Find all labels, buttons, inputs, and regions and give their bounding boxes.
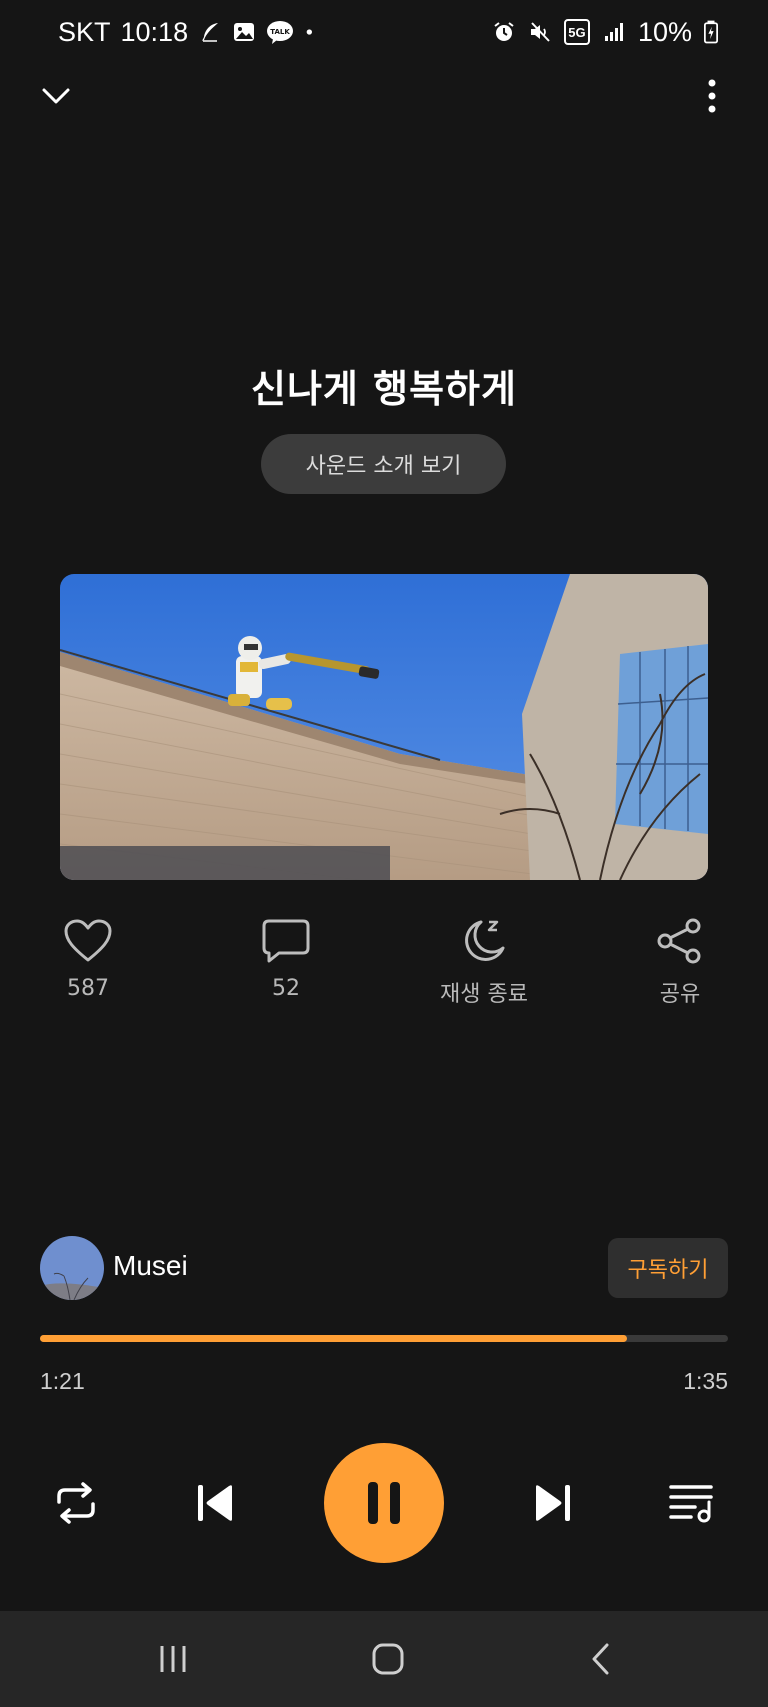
artist-name[interactable]: Musei: [113, 1250, 188, 1282]
like-button[interactable]: 587: [18, 918, 158, 1018]
playlist-icon: [669, 1485, 713, 1523]
previous-button[interactable]: [186, 1473, 246, 1533]
chevron-down-icon: [42, 88, 70, 104]
svg-text:TALK: TALK: [270, 28, 290, 36]
heart-icon: [64, 919, 112, 962]
next-button[interactable]: [522, 1473, 582, 1533]
system-navigation-bar: [0, 1611, 768, 1707]
cover-image: [60, 574, 708, 880]
home-icon: [372, 1643, 404, 1675]
moon-sleep-icon: [465, 920, 505, 961]
elapsed-time: 1:21: [40, 1368, 85, 1394]
share-button[interactable]: 공유: [610, 918, 750, 1018]
recent-apps-icon: [160, 1646, 186, 1672]
like-count: 587: [67, 976, 109, 1001]
total-time: 1:35: [683, 1368, 728, 1394]
sleep-timer-label: 재생 종료: [440, 982, 528, 1007]
gallery-notification-icon: [234, 23, 255, 41]
comment-icon: [262, 919, 310, 963]
skip-previous-icon: [198, 1485, 232, 1521]
back-button[interactable]: [572, 1629, 632, 1689]
carrier-label: SKT: [58, 16, 111, 47]
progress-fill: [40, 1335, 627, 1342]
artist-avatar[interactable]: [40, 1236, 104, 1300]
status-left: SKT 10:18 TALK: [58, 14, 320, 50]
more-options-button[interactable]: [682, 66, 742, 126]
alarm-icon: [494, 22, 514, 41]
recent-apps-button[interactable]: [143, 1629, 203, 1689]
progress-bar[interactable]: [40, 1335, 728, 1342]
collapse-button[interactable]: [26, 66, 86, 126]
battery-charging-icon: [704, 20, 718, 44]
skip-next-icon: [536, 1485, 570, 1521]
share-icon: [657, 918, 701, 964]
status-bar: SKT 10:18 TALK 5G 10%: [0, 0, 768, 64]
subscribe-button[interactable]: 구독하기: [608, 1238, 728, 1298]
pause-button[interactable]: [324, 1443, 444, 1563]
back-chevron-icon: [592, 1643, 609, 1675]
repeat-button[interactable]: [46, 1473, 106, 1533]
sound-intro-button[interactable]: 사운드 소개 보기: [261, 434, 506, 494]
more-vertical-icon: [708, 79, 716, 113]
status-right: 5G 10%: [492, 14, 718, 50]
kakaotalk-notification-icon: TALK: [267, 21, 294, 44]
battery-percent: 10%: [637, 16, 692, 47]
clock: 10:18: [120, 16, 189, 47]
comment-count: 52: [272, 976, 300, 1001]
network-5g-icon: 5G: [563, 19, 590, 45]
more-notifications-dot-icon: [306, 29, 313, 35]
home-button[interactable]: [358, 1629, 418, 1689]
track-title: 신나게 행복하게: [251, 367, 517, 411]
share-label: 공유: [659, 982, 701, 1007]
mute-icon: [530, 22, 550, 42]
signal-icon: [604, 23, 623, 41]
repeat-icon: [57, 1482, 95, 1524]
sleep-timer-button[interactable]: 재생 종료: [414, 918, 554, 1018]
pause-icon: [368, 1482, 400, 1524]
feather-notification-icon: [202, 23, 219, 42]
comment-button[interactable]: 52: [216, 918, 356, 1018]
playlist-button[interactable]: [662, 1473, 722, 1533]
